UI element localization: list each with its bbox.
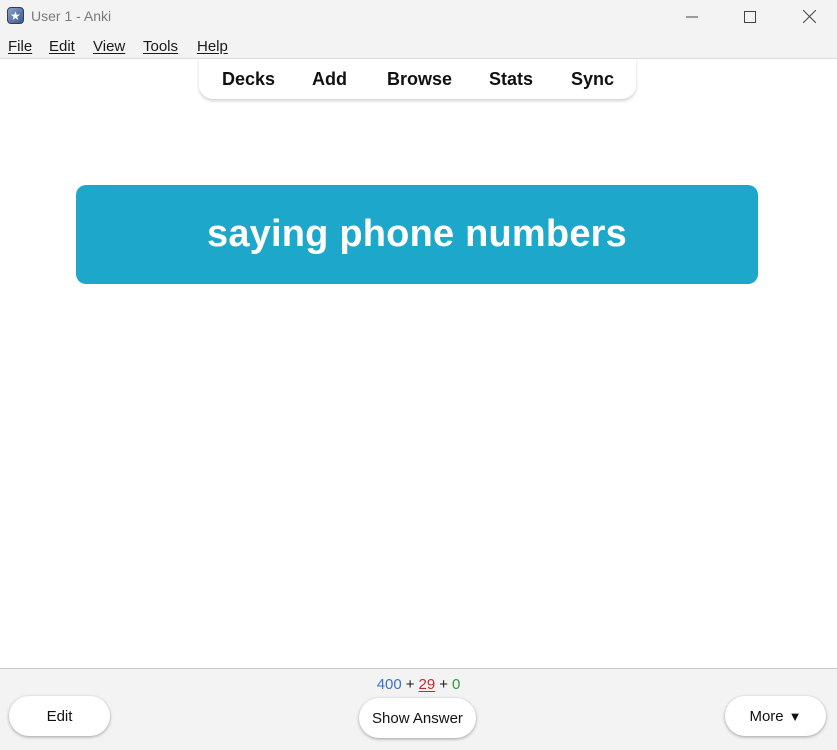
minimize-icon (686, 16, 698, 17)
show-answer-button[interactable]: Show Answer (359, 698, 476, 738)
more-button-label: More (749, 707, 784, 725)
minimize-button[interactable] (669, 0, 715, 33)
bottom-bar: 400 +29 +0 Edit Show Answer More ▼ (0, 668, 837, 750)
more-button[interactable]: More ▼ (725, 696, 826, 736)
menu-bar: File Edit View Tools Help (0, 33, 837, 59)
menu-help[interactable]: Help (197, 38, 228, 55)
new-count: 400 (376, 676, 402, 693)
toolbar-browse[interactable]: Browse (387, 69, 452, 90)
menu-file[interactable]: File (8, 38, 32, 55)
learning-count: 29 (418, 676, 436, 693)
window-title: User 1 - Anki (31, 8, 112, 24)
count-separator: + (405, 676, 415, 693)
toolbar-decks[interactable]: Decks (222, 69, 275, 90)
title-bar: ★ User 1 - Anki (0, 0, 837, 33)
toolbar-add[interactable]: Add (312, 69, 347, 90)
menu-view[interactable]: View (93, 38, 125, 55)
review-count: 0 (451, 676, 461, 693)
card-front: saying phone numbers (76, 185, 758, 284)
card-front-text: saying phone numbers (207, 213, 627, 255)
anki-star-icon: ★ (7, 7, 24, 24)
menu-edit[interactable]: Edit (49, 38, 75, 55)
top-toolbar: Decks Add Browse Stats Sync (199, 59, 636, 99)
toolbar-sync[interactable]: Sync (571, 69, 614, 90)
show-answer-label: Show Answer (372, 709, 463, 727)
triangle-down-icon: ▼ (788, 708, 802, 724)
toolbar-stats[interactable]: Stats (489, 69, 533, 90)
edit-button-label: Edit (46, 707, 73, 725)
close-icon (802, 10, 816, 23)
maximize-icon (744, 10, 756, 23)
anki-window: ★ User 1 - Anki File Edit View Tools Hel… (0, 0, 837, 750)
due-counts: 400 +29 +0 (0, 676, 837, 693)
close-button[interactable] (786, 0, 832, 33)
count-separator: + (439, 676, 448, 693)
edit-button[interactable]: Edit (9, 696, 110, 736)
menu-tools[interactable]: Tools (143, 38, 178, 55)
maximize-button[interactable] (727, 0, 773, 33)
